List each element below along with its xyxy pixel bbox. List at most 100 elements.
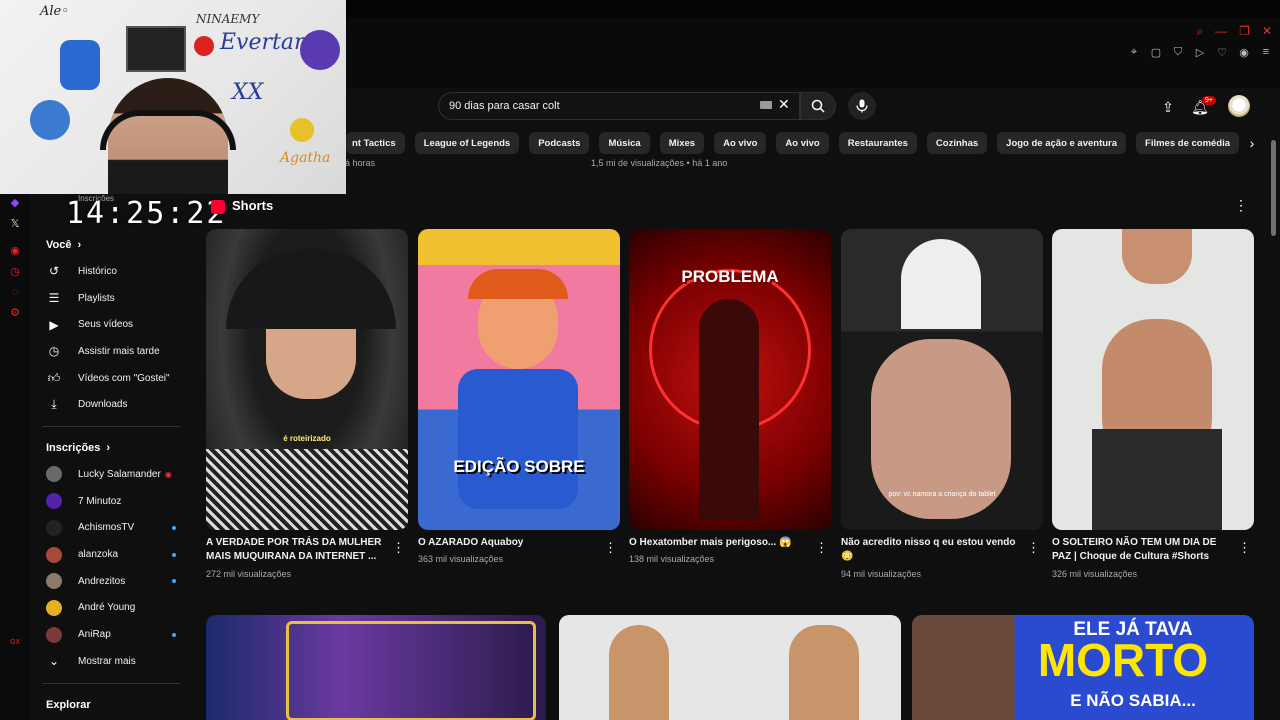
keyboard-icon[interactable] (760, 101, 772, 109)
category-chip[interactable]: Ao vivo (714, 132, 767, 154)
short-title[interactable]: O AZARADO Aquaboy (418, 536, 596, 550)
divider (42, 426, 180, 428)
sidebar-item-label: Downloads (78, 399, 128, 411)
short-thumbnail[interactable]: é roteirizado (206, 229, 408, 530)
video-thumbnail[interactable] (559, 615, 901, 720)
you-section-title[interactable]: Você › (30, 232, 192, 258)
category-chips: nt Tactics League of Legends Podcasts Músic… (346, 132, 1246, 154)
stream-clock: 14:25:22 (66, 196, 227, 231)
search-icon (811, 99, 825, 113)
thumbnail-frame (286, 621, 536, 720)
more-options-icon[interactable]: ⋮ (392, 540, 405, 556)
category-chip[interactable]: Jogo de ação e aventura (997, 132, 1127, 154)
square-icon[interactable]: ▢ (1150, 46, 1162, 59)
previous-video-meta: á horas (345, 158, 376, 168)
short-views: 326 mil visualizações (1052, 569, 1138, 579)
close-icon[interactable]: ✕ (1262, 24, 1272, 39)
monitor-in-background (126, 26, 186, 72)
more-options-icon[interactable]: ⋮ (1234, 197, 1248, 214)
sidebar-subscription[interactable]: Lucky Salamander ◉ (30, 461, 192, 488)
category-chip[interactable]: Mixes (659, 132, 705, 154)
search-button[interactable] (800, 92, 836, 120)
liked-icon: 👍︎ (47, 370, 61, 385)
explore-title: Explorar (46, 698, 91, 711)
clear-search-icon[interactable]: ✕ (778, 96, 790, 113)
short-thumbnail[interactable]: EDIÇÃO SOBRE (418, 229, 620, 530)
category-chip[interactable]: Música (599, 132, 650, 154)
restore-icon[interactable]: ❐ (1239, 24, 1250, 39)
thumbnail-figure (699, 299, 759, 519)
more-options-icon[interactable]: ⋮ (815, 540, 828, 556)
heart-icon[interactable]: ♡ (1216, 46, 1228, 59)
category-chip[interactable]: Podcasts (529, 132, 590, 154)
chevron-right-icon[interactable]: › (1244, 133, 1260, 153)
thumbnail-shirt (1092, 429, 1222, 530)
explore-section-title[interactable]: Explorar (30, 692, 192, 718)
category-chip[interactable]: nt Tactics (346, 132, 405, 154)
upload-icon[interactable]: ⇪ (1157, 96, 1179, 118)
x-icon[interactable]: 𝕏 (0, 217, 30, 230)
sidebar: Você › ↺ Histórico ☰ Playlists ▶ Seus vídeos ◷… (30, 190, 192, 720)
avatar (46, 546, 62, 563)
short-caption: é roteirizado (283, 434, 331, 443)
short-thumbnail[interactable] (1052, 229, 1254, 530)
short-title[interactable]: A VERDADE POR TRÁS DA MULHER MAIS MUQUIR… (206, 536, 384, 564)
sidebar-item[interactable]: ☰ Playlists (30, 285, 192, 312)
search-input[interactable]: 90 dias para casar colt (438, 92, 800, 120)
search-window-icon[interactable]: ⌕ (1196, 24, 1203, 39)
sidebar-subscription[interactable]: alanzoka (30, 541, 192, 568)
thumbnail-text: MORTO (1037, 634, 1209, 686)
sidebar-subscription[interactable]: 7 Minutoz (30, 488, 192, 515)
voice-search-button[interactable] (848, 92, 876, 120)
video-thumbnail[interactable]: ELE JÁ TAVA MORTO E NÃO SABIA... (912, 615, 1254, 720)
thumbnail-face-top (1122, 229, 1192, 284)
play-icon[interactable]: ▷ (1194, 46, 1206, 59)
twitch-icon[interactable]: ◆ (0, 196, 30, 209)
sidebar-item[interactable]: ↺ Histórico (30, 258, 192, 285)
chat-icon[interactable]: ◌ (0, 286, 30, 298)
short-thumbnail[interactable]: PROBLEMA (629, 229, 831, 530)
menu-icon[interactable]: ≡ (1260, 46, 1272, 59)
more-options-icon[interactable]: ⋮ (604, 540, 617, 556)
clock-icon[interactable]: ◷ (0, 265, 30, 278)
new-content-dot (172, 632, 176, 637)
category-chip[interactable]: Cozinhas (926, 132, 988, 154)
sidebar-item[interactable]: ◷ Assistir mais tarde (30, 338, 192, 365)
sidebar-item[interactable]: 👍︎ Vídeos com "Gostei" (30, 365, 192, 392)
chevron-right-icon: › (106, 442, 111, 455)
scrollbar[interactable] (1271, 140, 1276, 236)
sidebar-subscription[interactable]: Andrezitos (30, 568, 192, 595)
extensions-row: ⌖ ▢ ⛉ ▷ ♡ ◉ ≡ (1128, 46, 1272, 59)
short-thumbnail[interactable]: pov: vc namora a criança do tablet (841, 229, 1043, 530)
minimize-icon[interactable]: — (1215, 24, 1227, 39)
short-title[interactable]: O Hexatomber mais perigoso... 😱 (629, 536, 807, 550)
subscriptions-section-title[interactable]: Inscrições › (30, 435, 192, 461)
category-chip[interactable]: Restaurantes (838, 132, 917, 154)
category-chip[interactable]: League of Legends (414, 132, 520, 154)
avatar (46, 573, 62, 590)
account-avatar[interactable] (1228, 95, 1250, 117)
category-chip[interactable]: Filmes de comédia (1136, 132, 1240, 154)
settings-icon[interactable]: ⚙ (0, 306, 30, 319)
watch-later-icon: ◷ (48, 344, 60, 359)
search-query: 90 dias para casar colt (449, 100, 560, 112)
subscription-label: Lucky Salamander (78, 468, 161, 480)
show-more-button[interactable]: ⌄ Mostrar mais (30, 648, 192, 675)
short-title[interactable]: O SOLTEIRO NÃO TEM UM DIA DE PAZ | Choqu… (1052, 536, 1230, 564)
category-chip[interactable]: Ao vivo (776, 132, 829, 154)
subscription-label: André Young (78, 602, 136, 614)
sidebar-subscription[interactable]: André Young (30, 595, 192, 622)
sidebar-item[interactable]: ▶ Seus vídeos (30, 311, 192, 338)
record-icon[interactable]: ◉ (0, 244, 30, 257)
thumbnail-body (458, 369, 578, 509)
sidebar-subscription[interactable]: AchismosTV (30, 515, 192, 542)
short-title[interactable]: Não acredito nisso q eu estou vendo 😳 (841, 536, 1019, 564)
more-options-icon[interactable]: ⋮ (1027, 540, 1040, 556)
more-options-icon[interactable]: ⋮ (1238, 540, 1251, 556)
sidebar-subscription[interactable]: AniRap (30, 621, 192, 648)
profile-icon[interactable]: ◉ (1238, 46, 1250, 59)
sidebar-item[interactable]: ⤓ Downloads (30, 391, 192, 418)
shield-icon[interactable]: ⛉ (1172, 46, 1184, 59)
video-thumbnail[interactable] (206, 615, 546, 720)
pin-icon[interactable]: ⌖ (1128, 46, 1140, 59)
